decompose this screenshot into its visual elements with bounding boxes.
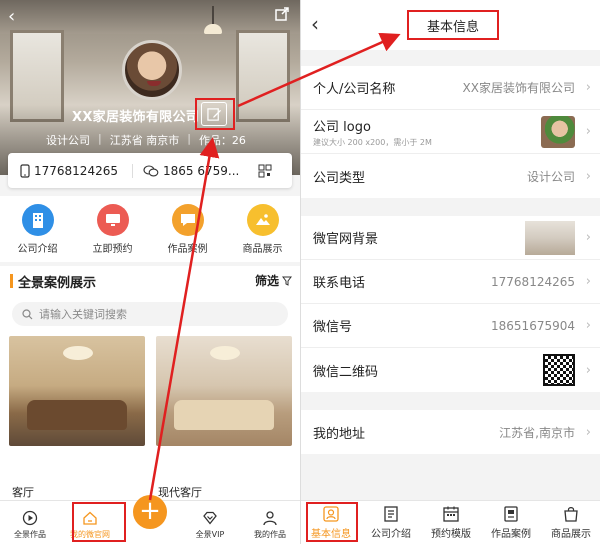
building-icon <box>21 204 54 236</box>
contact-card: 17768124265 1865 6759... <box>8 153 292 188</box>
play-circle-icon <box>22 510 38 526</box>
calendar-icon <box>443 506 459 522</box>
phone-icon <box>20 163 30 178</box>
tab-panorama-vip[interactable]: 全景VIP <box>180 501 240 544</box>
plus-icon: + <box>133 495 167 529</box>
back-icon[interactable]: ‹ <box>8 6 15 27</box>
quick-works-cases[interactable]: 作品案例 <box>153 196 223 262</box>
row-wechat-qrcode[interactable]: 微信二维码 › <box>301 348 600 392</box>
row-company-logo[interactable]: 公司 logo 建议大小 200 x200，需小于 2M › <box>301 110 600 154</box>
row-site-background[interactable]: 微官网背景 › <box>301 216 600 260</box>
row-address[interactable]: 我的地址 江苏省,南京市 › <box>301 410 600 454</box>
micro-site-screen: ‹ XX家居装饰有限公司 设计公司 | 江苏省 南京市 | 作品：26 1776… <box>0 0 300 544</box>
info-group-contact: 微官网背景 › 联系电话 17768124265 › 微信号 186516759… <box>301 216 600 392</box>
highlight-basic-info-tab <box>306 502 358 542</box>
bottom-tab-bar: 全景作品 我的微官网 + 全景VIP 我的作品 <box>0 495 300 544</box>
company-location: 江苏省 南京市 <box>109 134 180 147</box>
search-input[interactable] <box>39 307 269 321</box>
basic-info-screen: ‹ 基本信息 个人/公司名称 XX家居装饰有限公司 › 公司 logo 建议大小… <box>300 0 600 544</box>
vip-diamond-icon <box>203 511 217 525</box>
chat-icon <box>171 204 204 236</box>
page-title: 基本信息 <box>407 10 499 40</box>
header: ‹ 基本信息 <box>301 0 600 50</box>
wechat-contact[interactable]: 1865 6759... <box>132 163 254 178</box>
chevron-right-icon: › <box>585 80 591 95</box>
monitor-icon <box>96 204 129 236</box>
case-label: 现代客厅 <box>158 486 202 499</box>
shopping-bag-icon <box>564 507 578 522</box>
section-title: 全景案例展示 <box>18 276 97 291</box>
quick-company-intro[interactable]: 公司介绍 <box>3 196 73 262</box>
quick-product-display[interactable]: 商品展示 <box>228 196 298 262</box>
tab-add[interactable]: + <box>120 495 180 544</box>
row-phone[interactable]: 联系电话 17768124265 › <box>301 260 600 304</box>
search-icon <box>22 308 33 319</box>
filter-icon <box>282 276 292 286</box>
case-doc-icon <box>504 506 518 522</box>
phone-number: 17768124265 <box>34 163 118 178</box>
panorama-section-header: 全景案例展示 筛选 <box>0 266 300 296</box>
company-type: 设计公司 <box>46 134 90 147</box>
chevron-right-icon: › <box>585 318 591 333</box>
phone-contact[interactable]: 17768124265 <box>8 164 132 178</box>
case-cards: 客厅 现代客厅 <box>0 332 300 500</box>
chevron-right-icon: › <box>585 124 591 139</box>
wechat-id: 1865 6759... <box>163 163 240 178</box>
chevron-right-icon: › <box>585 168 591 184</box>
search-bar[interactable] <box>12 302 288 326</box>
company-name: XX家居装饰有限公司 <box>72 110 200 125</box>
tab-product-display[interactable]: 商品展示 <box>541 501 600 544</box>
logo-thumbnail <box>541 115 575 148</box>
tab-booking-template[interactable]: 预约模版 <box>421 501 481 544</box>
company-meta: 设计公司 | 江苏省 南京市 | 作品：26 <box>46 132 246 147</box>
row-company-type[interactable]: 公司类型 设计公司 › <box>301 154 600 198</box>
quick-actions: 公司介绍 立即预约 作品案例 商品展示 <box>0 196 300 262</box>
row-company-name[interactable]: 个人/公司名称 XX家居装饰有限公司 › <box>301 66 600 110</box>
quick-book-now[interactable]: 立即预约 <box>78 196 148 262</box>
chevron-right-icon: › <box>585 424 591 440</box>
background-thumbnail <box>525 220 575 255</box>
case-label: 客厅 <box>12 486 34 499</box>
wechat-icon <box>143 164 159 176</box>
tab-panorama-works[interactable]: 全景作品 <box>0 501 60 544</box>
tab-works-cases[interactable]: 作品案例 <box>481 501 541 544</box>
filter-button[interactable]: 筛选 <box>255 272 292 289</box>
highlight-edit-button <box>195 98 235 130</box>
chevron-right-icon: › <box>585 230 591 245</box>
info-group-address: 我的地址 江苏省,南京市 › <box>301 410 600 454</box>
image-icon <box>246 204 279 236</box>
chevron-right-icon: › <box>585 362 591 378</box>
qrcode-thumbnail <box>543 354 575 386</box>
share-icon[interactable] <box>274 6 290 27</box>
highlight-microsite-tab <box>72 502 126 542</box>
info-group-company: 个人/公司名称 XX家居装饰有限公司 › 公司 logo 建议大小 200 x2… <box>301 66 600 198</box>
user-icon <box>263 511 277 526</box>
case-card-living-room[interactable] <box>9 336 145 446</box>
works-count: 作品：26 <box>198 134 246 147</box>
tab-company-intro[interactable]: 公司介绍 <box>361 501 421 544</box>
avatar[interactable] <box>122 40 182 100</box>
qrcode-icon[interactable] <box>258 164 272 178</box>
building-doc-icon <box>384 506 398 522</box>
case-card-modern-living-room[interactable] <box>156 336 292 446</box>
back-icon[interactable]: ‹ <box>311 12 319 36</box>
chevron-right-icon: › <box>585 274 591 289</box>
row-wechat-id[interactable]: 微信号 18651675904 › <box>301 304 600 348</box>
tab-my-works[interactable]: 我的作品 <box>240 501 300 544</box>
